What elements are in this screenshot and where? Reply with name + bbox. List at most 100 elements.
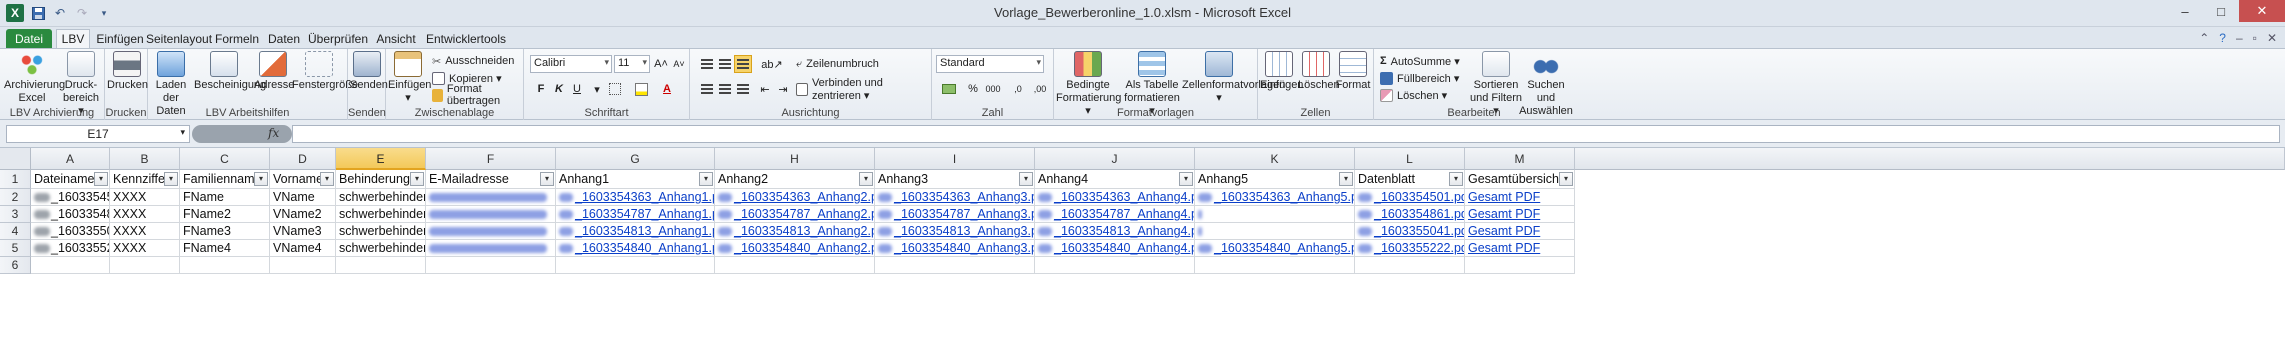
row-header-3[interactable]: 3: [0, 206, 31, 223]
table-header-cell[interactable]: Anhang4 ▾: [1035, 170, 1195, 189]
column-header-j[interactable]: J: [1035, 148, 1195, 170]
file-link[interactable]: _1603354840_Anhang3.pdf: [894, 241, 1034, 255]
tab-formeln[interactable]: Formeln: [214, 29, 260, 48]
table-header-cell[interactable]: Vorname ▾: [270, 170, 336, 189]
orientation-icon[interactable]: ab↗: [760, 55, 784, 73]
file-link[interactable]: _1603354787_Anhang3.pdf: [894, 207, 1034, 221]
loeschen-button[interactable]: Löschen ▾: [1380, 87, 1447, 103]
minimize-button[interactable]: –: [2167, 0, 2203, 22]
increase-decimal-button[interactable]: ,0: [1008, 80, 1028, 98]
tab-datei[interactable]: Datei: [6, 29, 52, 48]
column-header-g[interactable]: G: [556, 148, 715, 170]
file-link[interactable]: _1603355222.pdf: [1374, 241, 1464, 255]
archivierung-excel-button[interactable]: Archivierung Excel: [4, 51, 65, 105]
file-link[interactable]: Gesamt PDF: [1468, 190, 1540, 204]
format-uebertragen-button[interactable]: Format übertragen: [432, 83, 523, 107]
row-header-5[interactable]: 5: [0, 240, 31, 257]
table-header-cell[interactable]: Gesamtübersicht ▾: [1465, 170, 1575, 189]
table-cell[interactable]: [1195, 257, 1355, 274]
align-left-icon[interactable]: [698, 80, 716, 98]
fuellbereich-button[interactable]: Füllbereich ▾: [1380, 70, 1459, 86]
file-link[interactable]: _1603354861.pdf: [1374, 207, 1464, 221]
file-link[interactable]: _1603355041.pdf: [1374, 224, 1464, 238]
table-cell[interactable]: schwerbehindert: [336, 206, 426, 223]
table-cell[interactable]: Gesamt PDF: [1465, 206, 1575, 223]
filter-dropdown-icon[interactable]: ▾: [699, 172, 713, 186]
filter-dropdown-icon[interactable]: ▾: [1559, 172, 1573, 186]
file-link[interactable]: _1603354813_Anhang1.pdf: [575, 224, 714, 238]
table-cell[interactable]: [1195, 223, 1355, 240]
table-cell[interactable]: _160335522: [31, 240, 110, 257]
align-top-icon[interactable]: [698, 55, 716, 73]
table-cell[interactable]: _1603354787_Anhang4.pdf: [1035, 206, 1195, 223]
table-cell[interactable]: [426, 240, 556, 257]
zellen-format-button[interactable]: Format: [1334, 51, 1372, 92]
table-cell[interactable]: [1195, 206, 1355, 223]
shrink-font-button[interactable]: A˅: [670, 55, 688, 73]
file-link[interactable]: _1603354813_Anhang2.pdf: [734, 224, 874, 238]
table-cell[interactable]: _1603354363_Anhang3.pdf: [875, 189, 1035, 206]
file-link[interactable]: _1603354840_Anhang1.pdf: [575, 241, 714, 255]
column-header-f[interactable]: F: [426, 148, 556, 170]
table-cell[interactable]: _160335504: [31, 223, 110, 240]
file-link[interactable]: Gesamt PDF: [1468, 241, 1540, 255]
table-cell[interactable]: XXXX: [110, 223, 180, 240]
table-cell[interactable]: _1603354840_Anhang1.pdf: [556, 240, 715, 257]
currency-icon[interactable]: [936, 80, 962, 98]
table-header-cell[interactable]: Anhang2 ▾: [715, 170, 875, 189]
thousands-separator-button[interactable]: 000: [982, 80, 1004, 98]
table-cell[interactable]: FName: [180, 189, 270, 206]
filter-dropdown-icon[interactable]: ▾: [254, 172, 268, 186]
table-cell[interactable]: FName2: [180, 206, 270, 223]
table-cell[interactable]: _1603354813_Anhang3.pdf: [875, 223, 1035, 240]
table-cell[interactable]: schwerbehindert: [336, 240, 426, 257]
table-cell[interactable]: schwerbehindert: [336, 223, 426, 240]
file-link[interactable]: _1603354363_Anhang5.pdf: [1214, 190, 1354, 204]
table-cell[interactable]: [875, 257, 1035, 274]
column-header-a[interactable]: A: [31, 148, 110, 170]
table-cell[interactable]: XXXX: [110, 240, 180, 257]
filter-dropdown-icon[interactable]: ▾: [320, 172, 334, 186]
table-cell[interactable]: _1603354840_Anhang4.pdf: [1035, 240, 1195, 257]
adresse-button[interactable]: Adresse: [254, 51, 294, 92]
table-cell[interactable]: VName4: [270, 240, 336, 257]
font-size-select[interactable]: 11 ▾: [614, 55, 650, 73]
table-cell[interactable]: _1603354861.pdf: [1355, 206, 1465, 223]
column-header-l[interactable]: L: [1355, 148, 1465, 170]
filter-dropdown-icon[interactable]: ▾: [1019, 172, 1033, 186]
file-link[interactable]: _1603354501.pdf: [1374, 190, 1464, 204]
minimize-ribbon-icon[interactable]: ⌃: [2199, 31, 2209, 45]
worksheet-grid[interactable]: A B C D E F G H I J K L M 1 2 3 4 5 6 Dateiname ▾ Kennziffer ▾…: [0, 148, 2285, 364]
table-cell[interactable]: _1603354363_Anhang5.pdf: [1195, 189, 1355, 206]
table-cell[interactable]: Gesamt PDF: [1465, 189, 1575, 206]
table-cell[interactable]: _1603354501.pdf: [1355, 189, 1465, 206]
file-link[interactable]: _1603354813_Anhang3.pdf: [894, 224, 1034, 238]
einfuegen-button[interactable]: Einfügen ▾: [388, 51, 431, 105]
align-bottom-icon[interactable]: [734, 55, 752, 73]
formula-input[interactable]: [292, 125, 2280, 143]
table-cell[interactable]: _1603354840_Anhang3.pdf: [875, 240, 1035, 257]
percent-button[interactable]: %: [964, 80, 982, 98]
table-cell[interactable]: [180, 257, 270, 274]
file-link[interactable]: _1603354363_Anhang2.pdf: [734, 190, 874, 204]
table-header-cell[interactable]: Anhang3 ▾: [875, 170, 1035, 189]
table-cell[interactable]: _1603354840_Anhang5.pdf: [1195, 240, 1355, 257]
row-header-2[interactable]: 2: [0, 189, 31, 206]
table-cell[interactable]: _1603354787_Anhang1.pdf: [556, 206, 715, 223]
column-header-c[interactable]: C: [180, 148, 270, 170]
table-cell[interactable]: VName3: [270, 223, 336, 240]
zellen-loeschen-button[interactable]: Löschen: [1298, 51, 1340, 92]
table-header-cell[interactable]: E-Mailadresse ▾: [426, 170, 556, 189]
table-cell[interactable]: [426, 189, 556, 206]
file-link[interactable]: _1603354787_Anhang2.pdf: [734, 207, 874, 221]
grow-font-button[interactable]: A˄: [652, 55, 670, 73]
align-middle-icon[interactable]: [716, 55, 734, 73]
filter-dropdown-icon[interactable]: ▾: [540, 172, 554, 186]
column-header-d[interactable]: D: [270, 148, 336, 170]
font-color-icon[interactable]: A: [658, 80, 676, 98]
table-header-cell[interactable]: Kennziffer ▾: [110, 170, 180, 189]
table-cell[interactable]: _1603354813_Anhang4.pdf: [1035, 223, 1195, 240]
underline-button[interactable]: U: [568, 80, 586, 98]
workbook-close-icon[interactable]: ✕: [2267, 31, 2277, 45]
bescheinigung-button[interactable]: Bescheinigung: [194, 51, 266, 92]
